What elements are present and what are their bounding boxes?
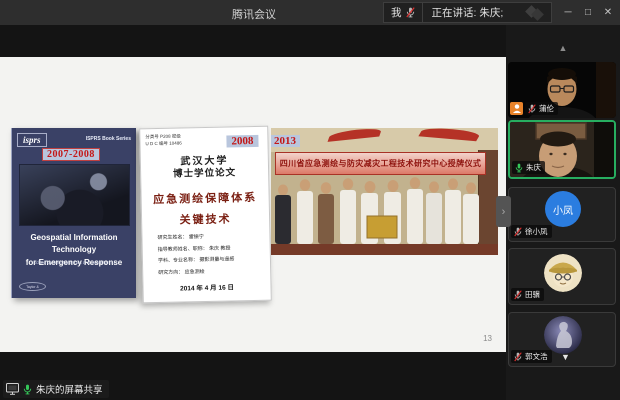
app-title: 腾讯会议: [232, 6, 276, 22]
person-figure: [407, 177, 423, 244]
active-mic-icon: [23, 384, 32, 395]
me-label: 我: [391, 5, 402, 20]
year-badge-2013: 2013: [271, 135, 300, 147]
person-figure: [275, 185, 291, 245]
sidebar-collapse-button[interactable]: ›: [496, 196, 511, 227]
participant-name: 田骥: [525, 289, 540, 300]
ceremony-photo: 四川省应急测绘与防灾减灾工程技术研究中心授牌仪式 2013: [271, 128, 498, 255]
titlebar: 腾讯会议 我 正在讲话: 朱庆; ─ □ ✕: [0, 0, 620, 25]
avatar: [544, 254, 582, 292]
avatar: [544, 316, 582, 354]
book-editors: Edited by Sisi Zlatanova and Jonathan Li: [15, 260, 133, 265]
thesis-info: 研究生姓名： 雷振宁 指导教师姓名、职称： 朱庆 教授 学科、专业名称： 摄影测…: [157, 231, 234, 279]
meeting-logo-watermark-icon: [527, 7, 542, 19]
participant-name: 蒲伦: [539, 103, 554, 114]
thesis-date: 2014 年 4 月 16 日: [143, 281, 270, 294]
person-figure: [340, 178, 356, 244]
speaking-label: 正在讲话: 朱庆;: [432, 5, 504, 20]
maximize-button[interactable]: □: [578, 7, 598, 18]
thesis-header: 分类号 P208 密级 U D C 编号 10486: [145, 132, 182, 147]
golden-plaque: [367, 216, 397, 238]
isprs-logo: isprs: [17, 133, 47, 147]
photo-floor: [271, 244, 498, 255]
publisher-logo: Taylor & Francis: [19, 282, 46, 291]
year-badge-2007-2008: 2007-2008: [42, 148, 100, 161]
shared-screen-slide: isprs ISPRS Book Series 2007-2008 Geospa…: [0, 57, 506, 352]
scroll-down-arrow[interactable]: ▼: [561, 352, 570, 362]
thesis-title: 应急测绘保障体系 关键技术: [141, 188, 269, 232]
participant-tile-pulun[interactable]: 蒲伦: [508, 62, 616, 118]
window-controls: ─ □ ✕: [558, 0, 618, 25]
minimize-button[interactable]: ─: [558, 7, 578, 18]
thesis-doc-type: 博士学位论文: [141, 164, 268, 181]
person-figure: [426, 181, 442, 244]
screen-share-icon: [6, 383, 19, 395]
muted-mic-icon: [514, 352, 522, 362]
avatar: 小凤: [545, 191, 581, 227]
participant-tile-tianji[interactable]: 田骥: [508, 248, 616, 305]
photo-ceiling: [271, 128, 498, 152]
muted-mic-icon: [528, 104, 536, 114]
person-figure: [318, 182, 334, 244]
thesis-info-line: 研究方向： 应急测绘: [158, 266, 235, 279]
participant-name-chip: 田骥: [511, 288, 544, 301]
speaking-indicator-box: 我 正在讲话: 朱庆;: [383, 2, 552, 23]
meeting-window: 腾讯会议 我 正在讲话: 朱庆; ─ □ ✕: [0, 0, 620, 400]
participant-name: 徐小凤: [525, 226, 548, 237]
my-mic-status[interactable]: 我: [384, 3, 423, 22]
share-status-label: 朱庆的屏幕共享: [36, 382, 103, 396]
person-figure: [445, 178, 461, 244]
participant-name: 朱庆: [526, 162, 541, 173]
thesis-cover: 分类号 P208 密级 U D C 编号 10486 2008 武汉大学 博士学…: [139, 126, 272, 304]
thesis-info-line: 学科、专业名称： 摄影测量与遥感: [158, 254, 235, 267]
close-button[interactable]: ✕: [598, 7, 618, 18]
screen-share-status: 朱庆的屏幕共享: [3, 380, 109, 398]
participant-name-chip: 郭文浩: [511, 350, 552, 363]
slide-page-number: 13: [483, 334, 492, 343]
person-figure: [297, 179, 313, 244]
muted-mic-icon: [514, 227, 522, 237]
active-speaker-status: 正在讲话: 朱庆;: [423, 5, 552, 20]
participant-name: 郭文浩: [525, 351, 548, 362]
muted-mic-icon: [406, 7, 415, 18]
active-mic-icon: [515, 163, 523, 173]
host-icon: [510, 102, 523, 115]
book-cover-photo: [19, 164, 130, 226]
person-figure: [463, 182, 479, 244]
scroll-up-arrow[interactable]: ▲: [506, 43, 620, 53]
participant-name-chip: 徐小凤: [511, 225, 552, 238]
year-badge-2008: 2008: [226, 135, 258, 148]
book-series-label: ISPRS Book Series: [86, 136, 131, 142]
participant-tile-xuxiaofeng[interactable]: 小凤 徐小凤: [508, 187, 616, 242]
participant-tile-guowenhao[interactable]: 郭文浩 ▼: [508, 312, 616, 367]
group-photo-people: [271, 172, 498, 244]
muted-mic-icon: [514, 290, 522, 300]
participant-name-chip: 蒲伦: [525, 102, 558, 115]
book-cover: isprs ISPRS Book Series 2007-2008 Geospa…: [11, 128, 136, 298]
participants-sidebar: ▲: [506, 25, 620, 400]
participant-tile-zhuqing[interactable]: 朱庆: [508, 120, 616, 179]
participant-name-chip: 朱庆: [512, 161, 545, 174]
